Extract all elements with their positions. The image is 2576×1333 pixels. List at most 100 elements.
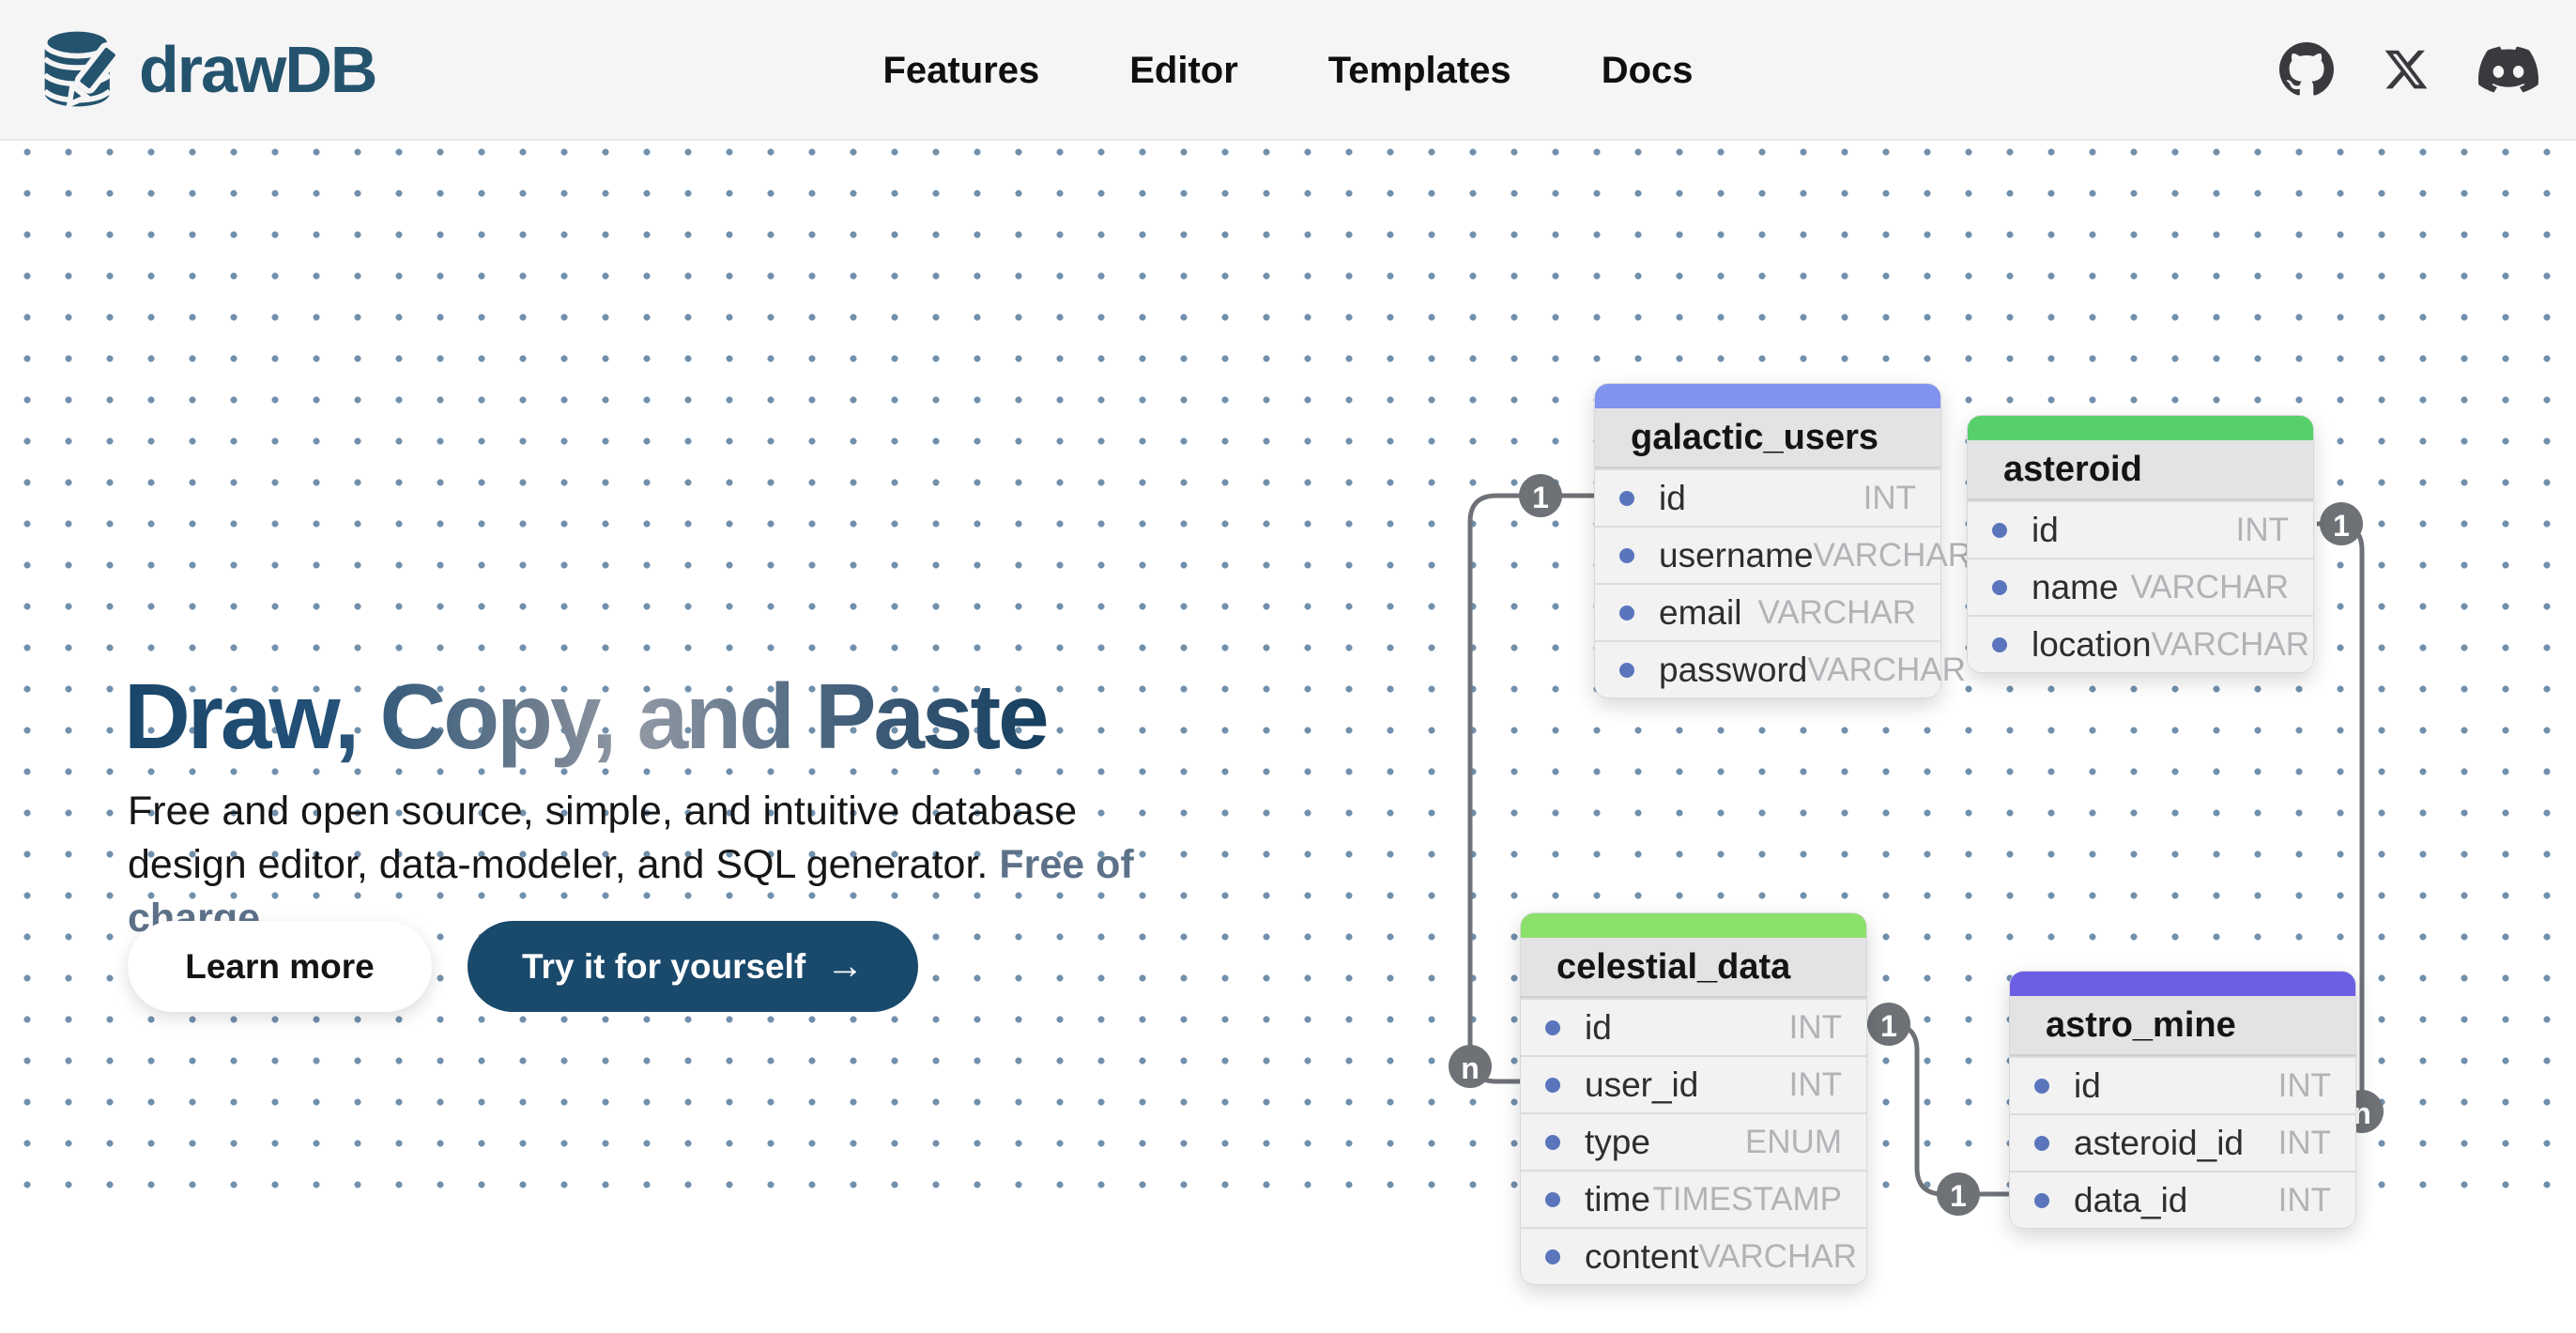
- table-celestial-data: celestial_data id INT user_id INT type E…: [1520, 912, 1867, 1285]
- hero-title: Draw, Copy, and Paste: [124, 664, 1047, 770]
- nav-link-editor[interactable]: Editor: [1129, 50, 1238, 92]
- field-row: asteroid_id INT: [2010, 1113, 2355, 1171]
- field-dot-icon: [1992, 523, 2007, 538]
- hero-section: Draw, Copy, and Paste Free and open sour…: [0, 141, 2576, 1192]
- table-accent-strip: [2010, 972, 2355, 996]
- field-name: type: [1585, 1123, 1650, 1162]
- field-row: username VARCHAR: [1595, 526, 1940, 583]
- field-dot-icon: [2034, 1136, 2049, 1151]
- field-dot-icon: [1545, 1135, 1560, 1150]
- field-dot-icon: [1545, 1192, 1560, 1207]
- hero-buttons: Learn more Try it for yourself →: [128, 921, 918, 1012]
- nav-link-features[interactable]: Features: [883, 50, 1040, 92]
- try-it-label: Try it for yourself: [522, 947, 805, 987]
- cardinality-badge: 1: [1519, 474, 1562, 517]
- field-name: asteroid_id: [2074, 1124, 2244, 1163]
- field-type: VARCHAR: [2130, 569, 2289, 606]
- table-title: galactic_users: [1595, 408, 1940, 468]
- svg-text:1: 1: [1950, 1179, 1967, 1213]
- table-accent-strip: [1595, 384, 1940, 408]
- table-asteroid: asteroid id INT name VARCHAR location VA…: [1967, 415, 2314, 673]
- field-row: name VARCHAR: [1968, 558, 2313, 615]
- table-title: astro_mine: [2010, 996, 2355, 1056]
- field-name: data_id: [2074, 1181, 2187, 1220]
- field-name: id: [2032, 511, 2059, 550]
- field-row: id INT: [2010, 1056, 2355, 1113]
- field-dot-icon: [1619, 605, 1634, 621]
- field-dot-icon: [1619, 548, 1634, 563]
- cardinality-badge: 1: [1937, 1172, 1980, 1216]
- field-dot-icon: [1992, 637, 2007, 652]
- hero-subtitle-text: Free and open source, simple, and intuit…: [128, 789, 1077, 887]
- field-type: INT: [2278, 1067, 2331, 1105]
- table-accent-strip: [1521, 913, 1866, 938]
- nav-link-docs[interactable]: Docs: [1602, 50, 1694, 92]
- field-name: id: [1585, 1008, 1612, 1048]
- field-row: password VARCHAR: [1595, 640, 1940, 697]
- field-type: INT: [1789, 1066, 1842, 1104]
- nav-link-templates[interactable]: Templates: [1328, 50, 1511, 92]
- table-title: asteroid: [1968, 440, 2313, 500]
- field-name: username: [1659, 536, 1814, 575]
- drawdb-logo-icon: [38, 24, 128, 115]
- field-dot-icon: [2034, 1193, 2049, 1208]
- field-name: location: [2032, 625, 2152, 665]
- field-type: INT: [2278, 1182, 2331, 1219]
- field-type: TIMESTAMP: [1652, 1181, 1842, 1218]
- field-type: INT: [1863, 480, 1916, 517]
- navbar: drawDB Features Editor Templates Docs: [0, 0, 2576, 141]
- x-twitter-icon[interactable]: [2383, 46, 2430, 93]
- field-row: id INT: [1521, 998, 1866, 1055]
- field-dot-icon: [2034, 1079, 2049, 1094]
- nav-links: Features Editor Templates Docs: [883, 0, 1694, 141]
- field-type: VARCHAR: [1698, 1238, 1857, 1276]
- field-row: content VARCHAR: [1521, 1227, 1866, 1284]
- brand-name: drawDB: [139, 32, 376, 107]
- field-name: email: [1659, 593, 1741, 633]
- field-name: user_id: [1585, 1065, 1698, 1105]
- brand-logo[interactable]: drawDB: [38, 24, 376, 115]
- svg-text:n: n: [1461, 1051, 1480, 1085]
- field-dot-icon: [1545, 1078, 1560, 1093]
- field-dot-icon: [1619, 491, 1634, 506]
- cardinality-badge: 1: [2320, 502, 2363, 545]
- svg-text:1: 1: [1532, 481, 1549, 514]
- field-type: VARCHAR: [1757, 594, 1916, 632]
- github-icon[interactable]: [2279, 42, 2334, 97]
- field-row: location VARCHAR: [1968, 615, 2313, 672]
- field-name: name: [2032, 568, 2119, 607]
- field-row: data_id INT: [2010, 1171, 2355, 1228]
- table-accent-strip: [1968, 416, 2313, 440]
- arrow-right-icon: →: [826, 945, 864, 988]
- discord-icon[interactable]: [2478, 39, 2538, 100]
- field-name: time: [1585, 1180, 1650, 1219]
- field-dot-icon: [1545, 1249, 1560, 1264]
- field-type: VARCHAR: [1807, 651, 1966, 689]
- social-links: [2279, 39, 2538, 100]
- field-dot-icon: [1619, 663, 1634, 678]
- field-dot-icon: [1545, 1020, 1560, 1035]
- field-type: INT: [2236, 512, 2289, 549]
- try-it-button[interactable]: Try it for yourself →: [468, 921, 918, 1012]
- field-type: INT: [1789, 1009, 1842, 1047]
- learn-more-button[interactable]: Learn more: [128, 921, 432, 1012]
- field-type: VARCHAR: [2152, 626, 2310, 664]
- field-name: id: [1659, 479, 1686, 518]
- cardinality-badge: n: [1449, 1045, 1492, 1088]
- field-row: id INT: [1595, 468, 1940, 526]
- field-type: ENUM: [1745, 1124, 1842, 1161]
- cardinality-badge: 1: [1867, 1003, 1910, 1046]
- field-row: type ENUM: [1521, 1112, 1866, 1170]
- table-astro-mine: astro_mine id INT asteroid_id INT data_i…: [2009, 971, 2356, 1229]
- field-type: INT: [2278, 1125, 2331, 1162]
- svg-text:1: 1: [2333, 509, 2350, 543]
- field-row: user_id INT: [1521, 1055, 1866, 1112]
- field-dot-icon: [1992, 580, 2007, 595]
- table-galactic-users: galactic_users id INT username VARCHAR e…: [1594, 383, 1941, 698]
- field-name: id: [2074, 1066, 2101, 1106]
- field-row: id INT: [1968, 500, 2313, 558]
- field-type: VARCHAR: [1814, 537, 1972, 575]
- field-row: time TIMESTAMP: [1521, 1170, 1866, 1227]
- svg-text:1: 1: [1880, 1009, 1897, 1043]
- field-name: password: [1659, 651, 1807, 690]
